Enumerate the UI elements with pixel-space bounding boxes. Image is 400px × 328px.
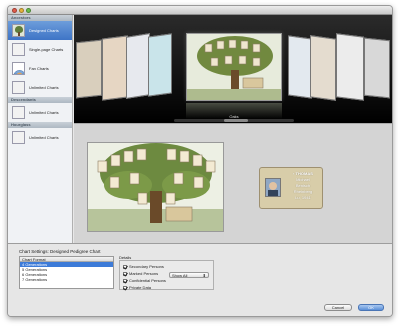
sidebar-item-label: Unlimited Charts: [29, 85, 59, 90]
tree-chart-thumbnail-icon: [12, 131, 25, 144]
carousel-scroll-thumb[interactable]: [224, 119, 248, 122]
confidential-persons-checkbox[interactable]: Confidential Persons: [123, 278, 166, 283]
chart-settings-panel: Chart Settings: Designed Pedigree Chart …: [8, 243, 392, 316]
badge-line5: Lu, 1941: [295, 195, 311, 200]
sidebar-item-label: Single-page Charts: [29, 47, 64, 52]
tree-chart-thumbnail-icon: [12, 24, 25, 37]
sidebar-item-label: Fan Charts: [29, 66, 49, 71]
checkbox-label: Private Data: [129, 285, 152, 290]
design-card[interactable]: [336, 33, 364, 101]
popup-value: Show All: [172, 273, 188, 278]
confidential-persons-popup[interactable]: Show All ⬍: [169, 272, 209, 278]
badge-name-line1: ‹ THOMAS: [293, 171, 313, 176]
badge-line4: Rheinberg: [293, 189, 313, 194]
tree-chart-thumbnail-icon: [12, 106, 25, 119]
minimize-window-button[interactable]: [19, 8, 24, 13]
title-bar: [8, 6, 392, 15]
popup-arrows-icon: ⬍: [202, 273, 206, 278]
sidebar-item-unlimited-charts-ancestors[interactable]: Unlimited Charts: [8, 78, 72, 97]
checkbox-checked-icon[interactable]: [123, 271, 127, 276]
checkbox-checked-icon[interactable]: [123, 278, 127, 283]
settings-title: Chart Settings: Designed Pedigree Chart: [19, 249, 101, 254]
close-window-button[interactable]: [12, 8, 17, 13]
design-card[interactable]: [148, 33, 172, 97]
marked-persons-checkbox[interactable]: Marked Persons: [123, 271, 158, 276]
design-card[interactable]: [76, 39, 102, 99]
zoom-window-button[interactable]: [26, 8, 31, 13]
cancel-button[interactable]: Cancel: [324, 304, 352, 311]
secondary-persons-checkbox[interactable]: Secondary Persons: [123, 264, 164, 269]
sidebar-item-fan-charts[interactable]: Fan Charts: [8, 59, 72, 78]
sidebar-item-label: Designed Charts: [29, 28, 59, 33]
badge-line3: Benisch: [295, 183, 311, 188]
sidebar-item-designed-charts[interactable]: Designed Charts: [8, 21, 72, 40]
checkbox-label: Secondary Persons: [129, 264, 164, 269]
chart-design-carousel[interactable]: Oaks: [74, 15, 392, 123]
selected-design-card[interactable]: [186, 33, 282, 101]
checkbox-label: Confidential Persons: [129, 278, 166, 283]
design-card[interactable]: [102, 35, 128, 101]
sidebar-item-single-page-charts[interactable]: Single-page Charts: [8, 40, 72, 59]
private-data-checkbox[interactable]: Private Data: [123, 285, 151, 290]
checkbox-checked-icon[interactable]: [123, 285, 127, 290]
chart-type-sidebar: Ancestors Designed Charts Single-page Ch…: [8, 15, 73, 243]
badge-name-line2: Michael: [296, 177, 310, 182]
chart-preview-image: [87, 142, 224, 232]
checkbox-checked-icon[interactable]: [123, 264, 127, 269]
chart-format-list[interactable]: Chart Format 4 Generations 5 Generations…: [19, 256, 114, 289]
person-badge-preview: ‹ THOMAS Michael Benisch Rheinberg Lu, 1…: [259, 167, 323, 209]
details-group: Secondary Persons Marked Persons Confide…: [119, 260, 214, 290]
person-photo: [265, 178, 281, 197]
tree-chart-thumbnail-icon: [12, 81, 25, 94]
fan-chart-thumbnail-icon: [12, 62, 25, 75]
design-card[interactable]: [288, 35, 312, 99]
tree-chart-thumbnail-icon: [12, 43, 25, 56]
sidebar-item-label: Unlimited Charts: [29, 110, 59, 115]
sidebar-item-unlimited-charts-descendants[interactable]: Unlimited Charts: [8, 103, 72, 122]
checkbox-label: Marked Persons: [129, 271, 159, 276]
design-card[interactable]: [310, 35, 336, 101]
chart-preview-area: ‹ THOMAS Michael Benisch Rheinberg Lu, 1…: [74, 123, 392, 243]
chart-window: Ancestors Designed Charts Single-page Ch…: [7, 5, 393, 317]
design-card[interactable]: [126, 33, 150, 99]
ok-button[interactable]: OK: [358, 304, 384, 311]
sidebar-item-unlimited-charts-hourglass[interactable]: Unlimited Charts: [8, 128, 72, 147]
list-item[interactable]: 7 Generations: [20, 277, 113, 282]
design-card[interactable]: [364, 37, 390, 99]
sidebar-item-label: Unlimited Charts: [29, 135, 59, 140]
